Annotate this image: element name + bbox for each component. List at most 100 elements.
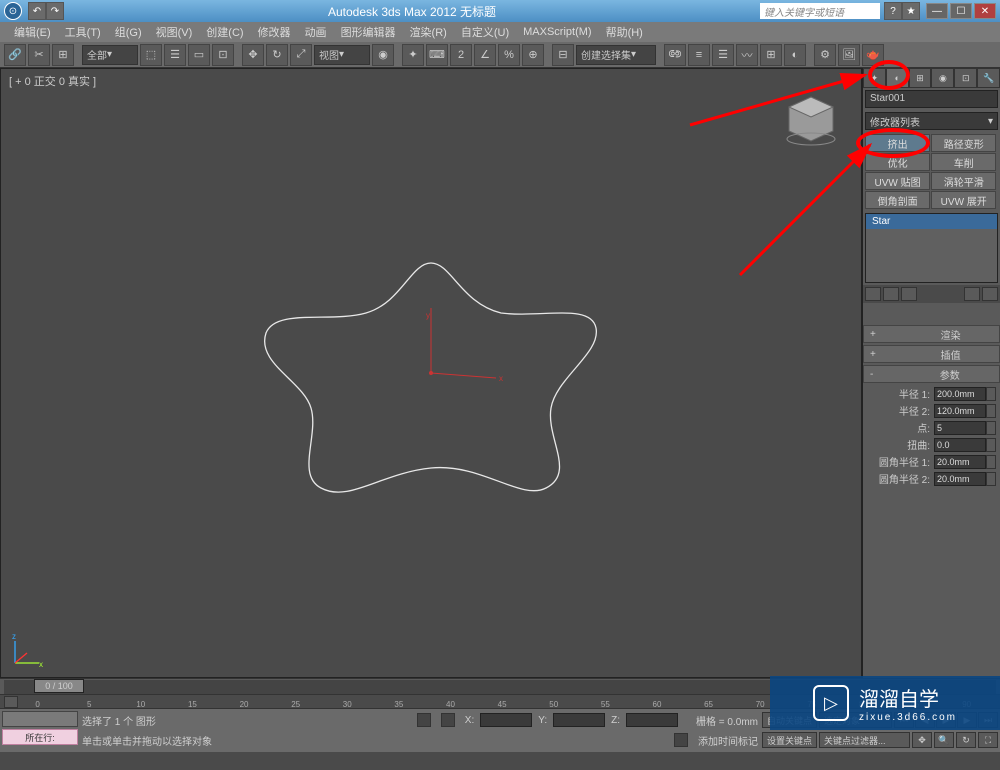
mod-turbosmooth-btn[interactable]: 涡轮平滑: [931, 172, 996, 190]
render-frame-btn[interactable]: 🖼: [838, 44, 860, 66]
menu-edit[interactable]: 编辑(E): [8, 22, 57, 42]
mod-uvwunwrap-btn[interactable]: UVW 展开: [931, 191, 996, 209]
set-key-btn[interactable]: 设置关键点: [762, 732, 817, 748]
quick-redo-btn[interactable]: ↷: [46, 2, 64, 20]
fillet1-spinner[interactable]: [986, 455, 996, 469]
fillet1-input[interactable]: 20.0mm: [934, 455, 986, 469]
nav-zoom-btn[interactable]: 🔍: [934, 732, 954, 748]
stack-item-star[interactable]: Star: [866, 214, 997, 229]
key-filters-btn[interactable]: 关键点过滤器...: [819, 732, 910, 748]
mod-extrude-btn[interactable]: 挤出: [865, 134, 930, 152]
nav-pan-btn[interactable]: ✥: [912, 732, 932, 748]
snap-2d-btn[interactable]: 2: [450, 44, 472, 66]
radius2-input[interactable]: 120.0mm: [934, 404, 986, 418]
coord-z-input[interactable]: [626, 713, 678, 727]
mod-bevelprofile-btn[interactable]: 倒角剖面: [865, 191, 930, 209]
display-tab[interactable]: ⊡: [954, 68, 977, 88]
rollout-interpolation[interactable]: +插值: [863, 345, 1000, 363]
snap-angle-btn[interactable]: ∠: [474, 44, 496, 66]
utilities-tab[interactable]: 🔧: [977, 68, 1000, 88]
menu-graph-editors[interactable]: 图形编辑器: [335, 22, 402, 42]
modify-tab[interactable]: ◐: [886, 68, 909, 88]
menu-group[interactable]: 组(G): [109, 22, 148, 42]
menu-animation[interactable]: 动画: [299, 22, 333, 42]
object-name-input[interactable]: Star001: [865, 90, 998, 108]
curve-editor-btn[interactable]: 〰: [736, 44, 758, 66]
help-btn[interactable]: ?: [884, 2, 902, 20]
minimize-button[interactable]: —: [926, 3, 948, 19]
rotate-btn[interactable]: ↻: [266, 44, 288, 66]
menu-modifiers[interactable]: 修改器: [252, 22, 297, 42]
create-tab[interactable]: ✦: [863, 68, 886, 88]
modifier-list-dropdown[interactable]: 修改器列表▾: [865, 112, 998, 130]
show-result-btn[interactable]: [883, 287, 899, 301]
remove-mod-btn[interactable]: [964, 287, 980, 301]
window-crossing-btn[interactable]: ⊡: [212, 44, 234, 66]
manipulate-btn[interactable]: ✦: [402, 44, 424, 66]
link-btn[interactable]: 🔗: [4, 44, 26, 66]
coord-x-input[interactable]: [480, 713, 532, 727]
mirror-btn[interactable]: ⟃⟄: [664, 44, 686, 66]
mod-optimize-btn[interactable]: 优化: [865, 153, 930, 171]
iso-icon[interactable]: [441, 713, 455, 727]
render-setup-btn[interactable]: ⚙: [814, 44, 836, 66]
select-btn[interactable]: ⬚: [140, 44, 162, 66]
select-name-btn[interactable]: ☰: [164, 44, 186, 66]
menu-maxscript[interactable]: MAXScript(M): [517, 24, 597, 40]
radius2-spinner[interactable]: [986, 404, 996, 418]
spinner-snap-btn[interactable]: ⊕: [522, 44, 544, 66]
distortion-input[interactable]: 0.0: [934, 438, 986, 452]
configure-sets-btn[interactable]: [982, 287, 998, 301]
scale-btn[interactable]: ⤢: [290, 44, 312, 66]
coord-y-input[interactable]: [553, 713, 605, 727]
lock-icon[interactable]: [417, 713, 431, 727]
hierarchy-tab[interactable]: ⊞: [909, 68, 932, 88]
render-btn[interactable]: 🫖: [862, 44, 884, 66]
unlink-btn[interactable]: ✂: [28, 44, 50, 66]
menu-customize[interactable]: 自定义(U): [455, 22, 515, 42]
schematic-btn[interactable]: ⊞: [760, 44, 782, 66]
use-center-btn[interactable]: ◉: [372, 44, 394, 66]
mod-pathdeform-btn[interactable]: 路径变形: [931, 134, 996, 152]
add-time-tag[interactable]: 添加时间标记: [698, 733, 758, 748]
layers-btn[interactable]: ☰: [712, 44, 734, 66]
viewport-label[interactable]: [ + 0 正交 0 真实 ]: [9, 73, 96, 89]
material-btn[interactable]: ◐: [784, 44, 806, 66]
nav-orbit-btn[interactable]: ↻: [956, 732, 976, 748]
track-toggle-btn[interactable]: [4, 696, 18, 708]
time-slider-thumb[interactable]: 0 / 100: [34, 679, 84, 693]
viewport[interactable]: [ + 0 正交 0 真实 ] y x z x: [0, 68, 862, 678]
pin-stack-btn[interactable]: [865, 287, 881, 301]
named-sel-btn[interactable]: ⊟: [552, 44, 574, 66]
menu-rendering[interactable]: 渲染(R): [404, 22, 453, 42]
nav-max-btn[interactable]: ⛶: [978, 732, 998, 748]
menu-create[interactable]: 创建(C): [200, 22, 249, 42]
close-button[interactable]: ✕: [974, 3, 996, 19]
make-unique-btn[interactable]: [901, 287, 917, 301]
rollout-params[interactable]: -参数: [863, 365, 1000, 383]
move-btn[interactable]: ✥: [242, 44, 264, 66]
align-btn[interactable]: ≡: [688, 44, 710, 66]
snap-percent-btn[interactable]: %: [498, 44, 520, 66]
prompt-tag[interactable]: 所在行:: [2, 729, 78, 745]
selection-filter-dropdown[interactable]: 全部 ▾: [82, 45, 138, 65]
maximize-button[interactable]: ☐: [950, 3, 972, 19]
favorites-btn[interactable]: ★: [902, 2, 920, 20]
help-search-input[interactable]: 键入关键字或短语: [760, 3, 880, 19]
viewcube-icon[interactable]: [781, 89, 841, 149]
bind-btn[interactable]: ⊞: [52, 44, 74, 66]
menu-tools[interactable]: 工具(T): [59, 22, 107, 42]
modifier-stack[interactable]: Star: [865, 213, 998, 283]
keyboard-btn[interactable]: ⌨: [426, 44, 448, 66]
menu-views[interactable]: 视图(V): [150, 22, 199, 42]
quick-undo-btn[interactable]: ↶: [28, 2, 46, 20]
fillet2-input[interactable]: 20.0mm: [934, 472, 986, 486]
radius1-spinner[interactable]: [986, 387, 996, 401]
mod-lathe-btn[interactable]: 车削: [931, 153, 996, 171]
ref-coord-dropdown[interactable]: 视图 ▾: [314, 45, 370, 65]
points-spinner[interactable]: [986, 421, 996, 435]
points-input[interactable]: 5: [934, 421, 986, 435]
time-tag-icon[interactable]: [674, 733, 688, 747]
maxscript-mini-btn[interactable]: [2, 711, 78, 727]
radius1-input[interactable]: 200.0mm: [934, 387, 986, 401]
